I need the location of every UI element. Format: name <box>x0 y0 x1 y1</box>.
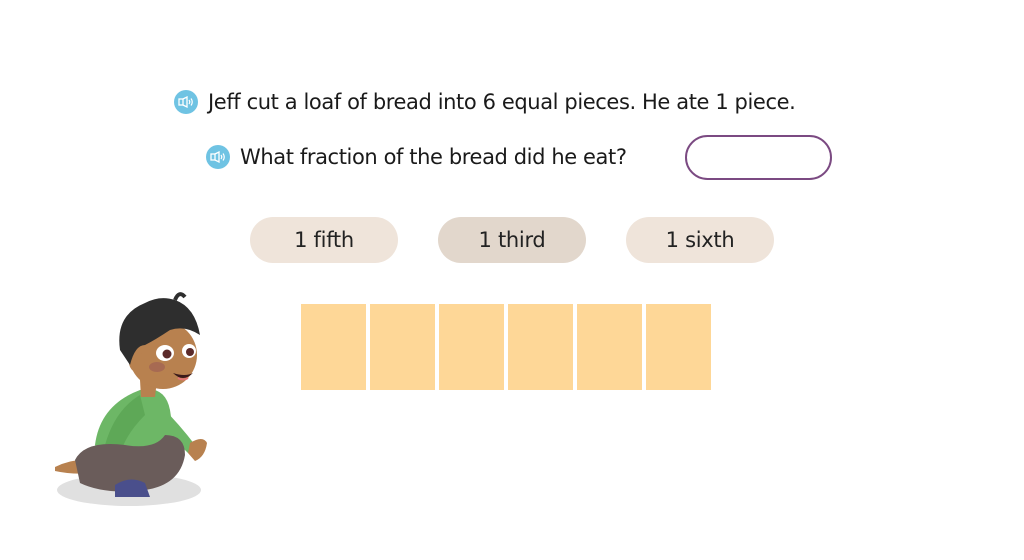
bread-piece <box>508 304 573 390</box>
bread-piece <box>577 304 642 390</box>
bread-piece <box>646 304 711 390</box>
question-line-2: What fraction of the bread did he eat? <box>206 145 627 169</box>
choice-button-1-third[interactable]: 1 third <box>438 217 586 263</box>
question-prompt: What fraction of the bread did he eat? <box>240 145 627 169</box>
bread-piece <box>301 304 366 390</box>
boy-character-illustration <box>55 292 207 506</box>
speaker-icon[interactable] <box>206 145 230 169</box>
answer-input[interactable] <box>685 135 832 180</box>
choice-button-1-fifth[interactable]: 1 fifth <box>250 217 398 263</box>
bread-loaf <box>301 304 711 390</box>
question-text: Jeff cut a loaf of bread into 6 equal pi… <box>208 90 796 114</box>
speaker-icon[interactable] <box>174 90 198 114</box>
bread-piece <box>370 304 435 390</box>
choice-button-1-sixth[interactable]: 1 sixth <box>626 217 774 263</box>
question-line-1: Jeff cut a loaf of bread into 6 equal pi… <box>174 90 796 114</box>
bread-piece <box>439 304 504 390</box>
